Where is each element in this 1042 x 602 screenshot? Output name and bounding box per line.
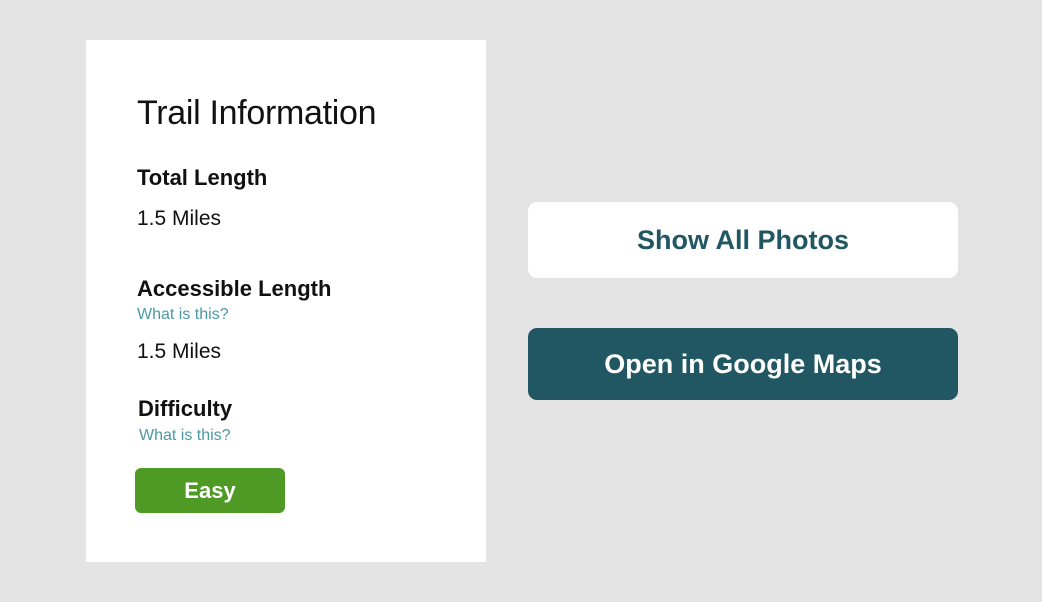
total-length-label: Total Length (137, 165, 268, 190)
trail-info-card: Trail Information Total Length 1.5 Miles… (86, 40, 486, 562)
show-all-photos-button[interactable]: Show All Photos (528, 202, 958, 278)
difficulty-label: Difficulty (138, 396, 233, 421)
total-length-value: 1.5 Miles (137, 207, 222, 230)
accessible-length-value: 1.5 Miles (137, 340, 222, 363)
accessible-length-label: Accessible Length (137, 276, 332, 301)
difficulty-badge: Easy (135, 468, 285, 513)
card-title: Trail Information (137, 94, 377, 132)
accessible-length-help-link[interactable]: What is this? (137, 307, 229, 323)
open-in-google-maps-button[interactable]: Open in Google Maps (528, 328, 958, 400)
difficulty-help-link[interactable]: What is this? (139, 428, 231, 444)
